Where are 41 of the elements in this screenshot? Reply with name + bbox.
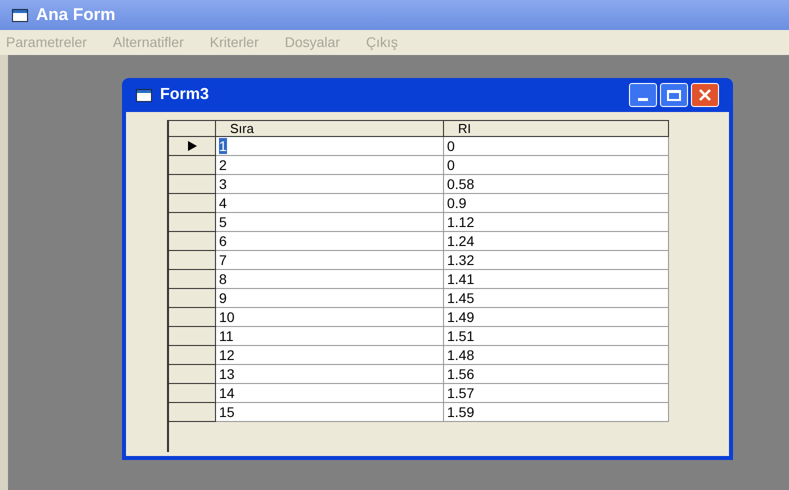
window-icon: [12, 8, 28, 22]
maximize-button[interactable]: [660, 83, 688, 107]
table-cell: 14: [216, 384, 444, 403]
table-cell: 12: [216, 346, 444, 365]
table-cell: 4: [216, 194, 444, 213]
table-cell: 1.59: [444, 403, 669, 422]
table-cell: 0: [444, 156, 669, 175]
window-title: Ana Form: [36, 4, 116, 26]
close-button[interactable]: [691, 83, 719, 107]
table-cell: 0.9: [444, 194, 669, 213]
table-cell: 6: [216, 232, 444, 251]
table-cell: 1.48: [444, 346, 669, 365]
table-cell: 5: [216, 213, 444, 232]
table-cell: 1.57: [444, 384, 669, 403]
table-cell: 15: [216, 403, 444, 422]
table-cell: 1.51: [444, 327, 669, 346]
window-icon: [136, 88, 152, 102]
current-row-icon: [188, 141, 196, 151]
table-cell: 7: [216, 251, 444, 270]
table-cell: 10: [216, 308, 444, 327]
table-cell: 8: [216, 270, 444, 289]
column-header[interactable]: RI: [444, 121, 669, 136]
table-cell: 0: [444, 137, 669, 156]
table-cell: 3: [216, 175, 444, 194]
table-cell: 1.56: [444, 365, 669, 384]
column-header[interactable]: Sıra: [216, 121, 444, 136]
table-cell: 0.58: [444, 175, 669, 194]
table-cell: 13: [216, 365, 444, 384]
table-cell: 1.24: [444, 232, 669, 251]
child-window-title: Form3: [160, 85, 209, 105]
table-cell: 1.32: [444, 251, 669, 270]
table-cell: 9: [216, 289, 444, 308]
table-cell: 1.45: [444, 289, 669, 308]
table-cell: 1: [216, 137, 444, 156]
table-cell: 1.41: [444, 270, 669, 289]
close-icon: [698, 88, 712, 102]
table-cell: 2: [216, 156, 444, 175]
table-cell: 11: [216, 327, 444, 346]
table-cell: 1.49: [444, 308, 669, 327]
table-cell: 1.12: [444, 213, 669, 232]
minimize-button[interactable]: [629, 83, 657, 107]
